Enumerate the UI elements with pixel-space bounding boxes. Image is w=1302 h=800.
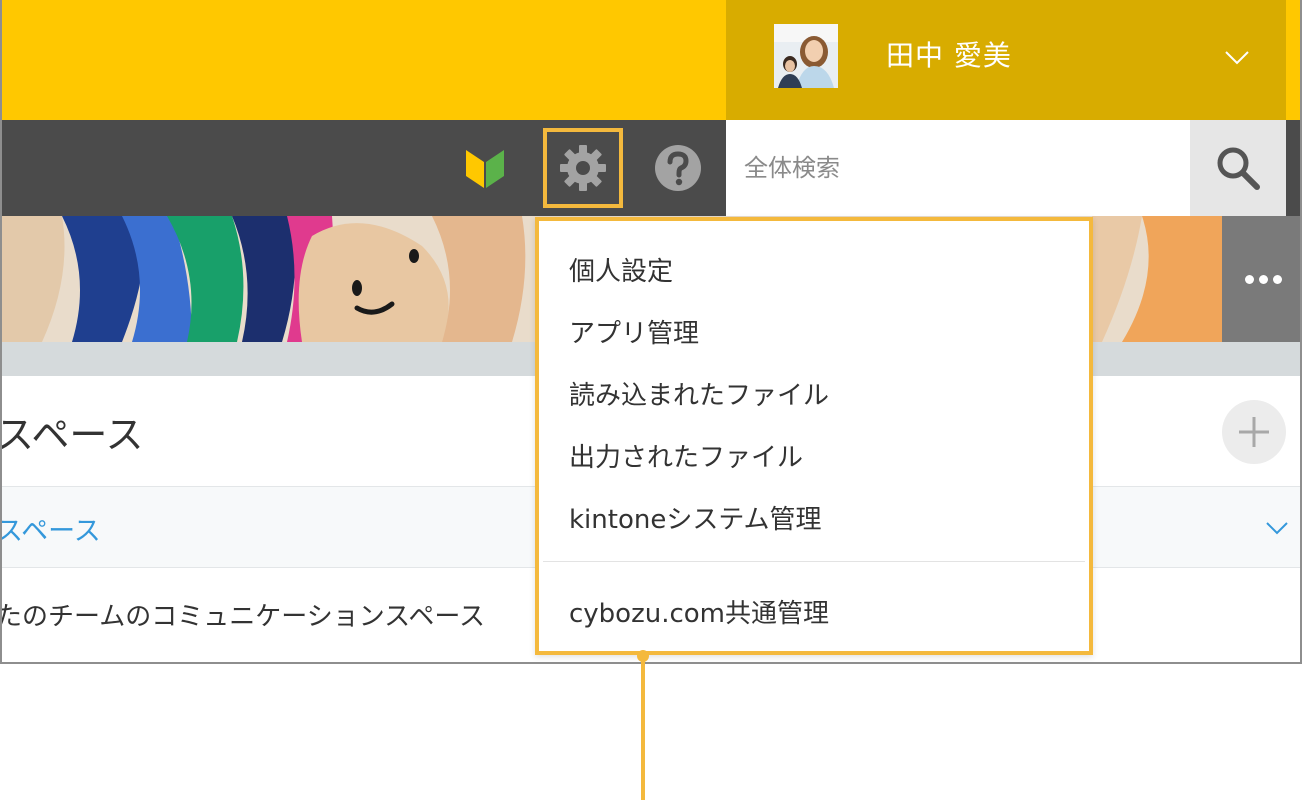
menu-item-cybozu-common-admin[interactable]: cybozu.com共通管理 [569,593,829,630]
chevron-down-icon[interactable] [1264,515,1290,541]
more-dot-icon [1244,274,1254,284]
space-panel-title: スペース [0,413,144,457]
kintone-window: 田中 愛美 全体検索 スペース スペース たのチームのコミュニケーションスペース… [0,0,1302,664]
menu-item-kintone-system-admin[interactable]: kintoneシステム管理 [569,499,822,536]
gear-icon [560,145,606,191]
callout-line [641,656,645,800]
help-icon[interactable] [654,144,702,192]
more-dot-icon [1272,274,1282,284]
top-header-bar: 田中 愛美 [2,0,1300,120]
menu-item-exported-files[interactable]: 出力されたファイル [569,437,803,474]
space-description: たのチームのコミュニケーションスペース [0,602,486,632]
settings-dropdown-menu: 個人設定 アプリ管理 読み込まれたファイル 出力されたファイル kintoneシ… [535,217,1093,655]
menu-item-app-management[interactable]: アプリ管理 [569,313,699,350]
settings-button[interactable] [543,128,623,208]
space-link[interactable]: スペース [2,509,101,548]
beginner-mark-icon[interactable] [464,146,506,190]
avatar-photo-icon [774,24,838,88]
user-menu[interactable]: 田中 愛美 [726,0,1286,120]
menu-divider [543,561,1085,562]
toolbar [2,120,1300,216]
global-search-input[interactable] [726,120,1190,216]
add-space-button[interactable] [1222,400,1286,464]
plus-icon [1239,417,1269,447]
chevron-down-icon[interactable] [1224,44,1250,70]
menu-item-personal-settings[interactable]: 個人設定 [569,251,673,288]
menu-item-imported-files[interactable]: 読み込まれたファイル [569,375,829,412]
user-name: 田中 愛美 [886,39,1012,72]
user-avatar [774,24,838,88]
banner-more-button[interactable] [1222,216,1300,342]
search-button[interactable] [1190,120,1286,216]
more-dot-icon [1258,274,1268,284]
search-icon [1217,147,1260,190]
